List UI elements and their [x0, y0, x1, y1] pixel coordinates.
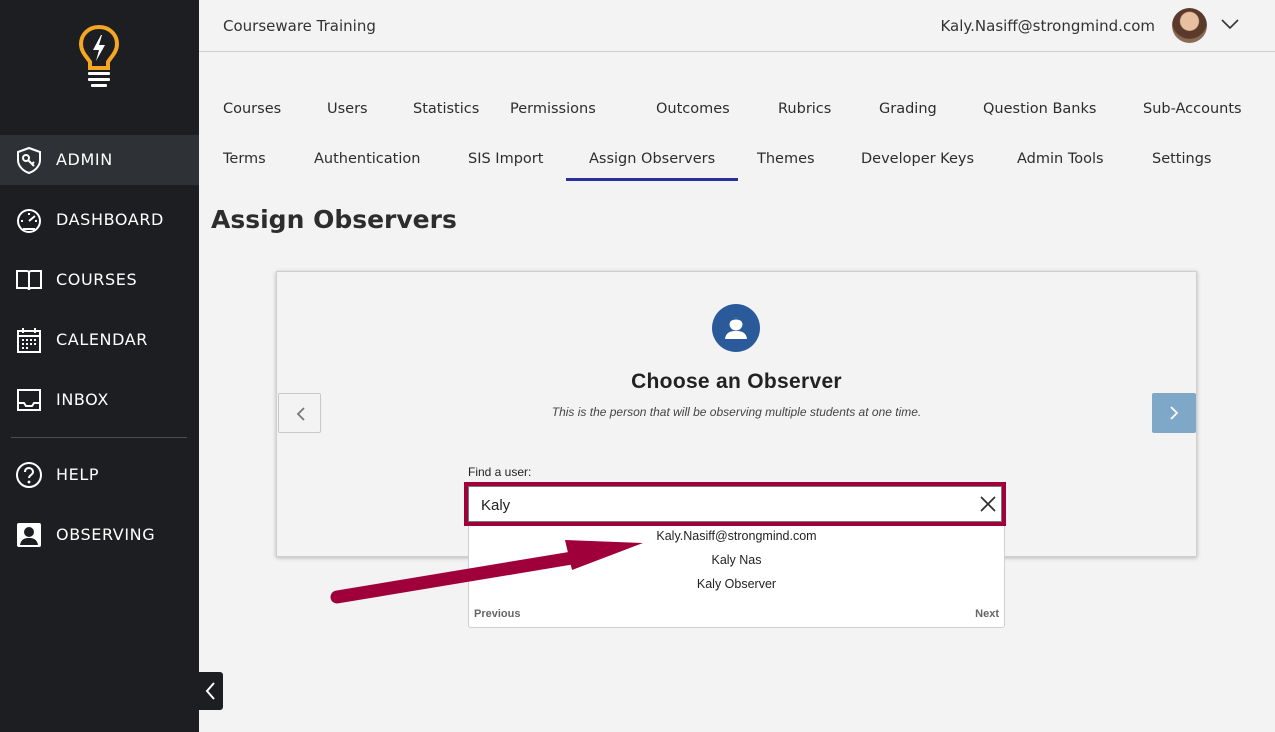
chevron-left-icon	[296, 407, 305, 421]
find-user-label: Find a user:	[468, 465, 532, 479]
calendar-icon	[17, 328, 41, 353]
user-avatar[interactable]	[1172, 8, 1207, 43]
results-next-link[interactable]: Next	[975, 608, 999, 620]
search-result-item[interactable]: Kaly Nas	[469, 553, 1004, 567]
tab-rubrics[interactable]: Rubrics	[778, 101, 831, 117]
nav-item-inbox[interactable]: INBOX	[0, 375, 199, 425]
nav-label-inbox: INBOX	[56, 390, 109, 409]
observer-icon	[17, 523, 41, 547]
help-icon	[16, 462, 42, 488]
search-results-dropdown: Kaly.Nasiff@strongmind.com Kaly Nas Kaly…	[468, 526, 1005, 628]
tab-statistics[interactable]: Statistics	[413, 101, 479, 117]
card-title: Choose an Observer	[631, 370, 842, 393]
tab-terms[interactable]: Terms	[223, 151, 266, 167]
tab-courses[interactable]: Courses	[223, 101, 281, 117]
nav-item-help[interactable]: HELP	[0, 450, 199, 500]
tab-outcomes[interactable]: Outcomes	[656, 101, 730, 117]
user-email[interactable]: Kaly.Nasiff@strongmind.com	[940, 17, 1155, 35]
observer-avatar-icon	[712, 304, 760, 352]
tab-sub-accounts[interactable]: Sub-Accounts	[1143, 101, 1242, 117]
results-previous-link[interactable]: Previous	[474, 608, 520, 620]
book-icon	[16, 270, 42, 291]
previous-step-button[interactable]	[278, 393, 321, 433]
tab-authentication[interactable]: Authentication	[314, 151, 420, 167]
tab-grading[interactable]: Grading	[879, 101, 937, 117]
nav-divider	[11, 437, 187, 438]
speedometer-icon	[17, 209, 41, 233]
nav-label-help: HELP	[56, 465, 100, 484]
nav-label-calendar: CALENDAR	[56, 330, 149, 349]
tab-developer-keys[interactable]: Developer Keys	[861, 151, 974, 167]
shield-key-icon	[17, 146, 41, 174]
nav-item-observing[interactable]: OBSERVING	[0, 510, 199, 560]
search-result-item[interactable]: Kaly Observer	[469, 577, 1004, 591]
inbox-icon	[17, 389, 41, 411]
chevron-left-icon	[205, 682, 215, 700]
chevron-right-icon	[1170, 406, 1179, 420]
sidebar-collapse-button[interactable]	[199, 672, 223, 710]
sidebar: ADMIN DASHBOARD COURSES CALENDAR INBOX H…	[0, 0, 199, 732]
nav-item-dashboard[interactable]: DASHBOARD	[0, 195, 199, 245]
tab-assign-observers[interactable]: Assign Observers	[565, 151, 739, 181]
nav-label-observing: OBSERVING	[56, 525, 156, 544]
nav-label-courses: COURSES	[56, 270, 138, 289]
user-search-highlight	[464, 482, 1006, 526]
top-bar: Courseware Training Kaly.Nasiff@strongmi…	[199, 0, 1275, 52]
tab-settings[interactable]: Settings	[1152, 151, 1211, 167]
lightbulb-logo-icon[interactable]	[78, 24, 120, 90]
nav-item-courses[interactable]: COURSES	[0, 255, 199, 305]
chevron-down-icon[interactable]	[1221, 17, 1239, 31]
tab-admin-tools[interactable]: Admin Tools	[1017, 151, 1104, 167]
tab-permissions[interactable]: Permissions	[510, 101, 596, 117]
tab-question-banks[interactable]: Question Banks	[983, 101, 1096, 117]
page-title: Assign Observers	[211, 205, 457, 234]
user-search-input[interactable]	[468, 486, 1002, 522]
card-subtitle: This is the person that will be observin…	[551, 405, 922, 419]
search-result-item[interactable]: Kaly.Nasiff@strongmind.com	[469, 529, 1004, 543]
nav-item-admin[interactable]: ADMIN	[0, 135, 199, 185]
tab-users[interactable]: Users	[327, 101, 368, 117]
tab-themes[interactable]: Themes	[757, 151, 815, 167]
nav-label-dashboard: DASHBOARD	[56, 210, 164, 229]
nav-item-calendar[interactable]: CALENDAR	[0, 315, 199, 365]
account-title[interactable]: Courseware Training	[223, 17, 376, 35]
next-step-button[interactable]	[1152, 393, 1196, 433]
admin-tabs: Courses Users Statistics Permissions Out…	[199, 90, 1275, 190]
nav-label-admin: ADMIN	[56, 150, 113, 169]
tab-sis-import[interactable]: SIS Import	[468, 151, 543, 167]
close-icon[interactable]	[978, 494, 998, 514]
